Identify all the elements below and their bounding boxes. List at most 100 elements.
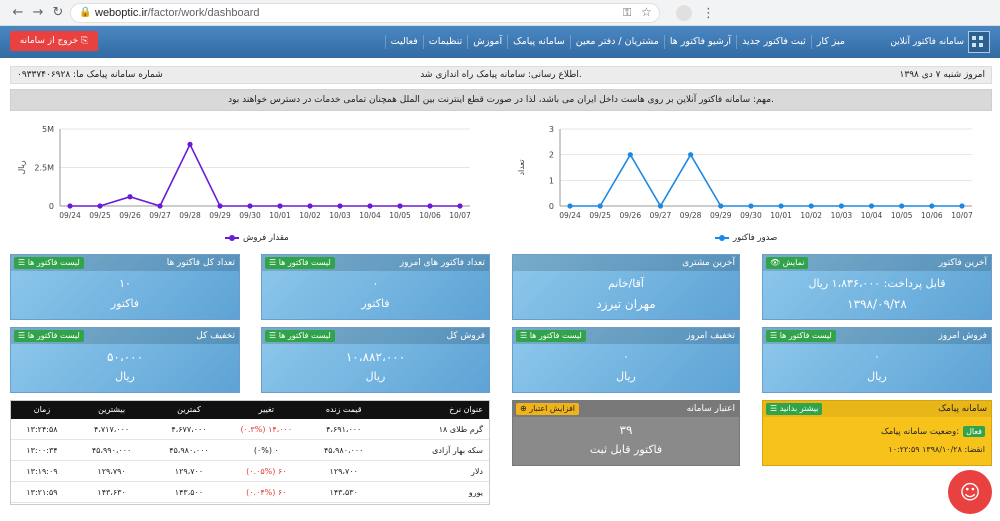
table-row: گرم طلای ۱۸ ۴،۶۹۱،۰۰۰ (۰.۳%) ۱۴،۰۰۰ ۴،۶۷۷،۰… xyxy=(11,419,489,440)
rates-header-cell: زمان xyxy=(33,405,51,414)
reload-icon[interactable]: ↻ xyxy=(48,3,68,23)
menu-item-dashboard[interactable]: میز کار xyxy=(810,35,850,49)
data-point xyxy=(748,203,754,209)
rates-header-cell: تغییر xyxy=(258,405,274,414)
data-point xyxy=(838,203,844,209)
x-tick-label: 09/30 xyxy=(239,211,261,220)
chat-widget-icon[interactable]: ☺ xyxy=(948,470,992,514)
sales-amount-chart-svg: 0 2.5M 5M ریال 09/24 09/25 09/26 09/27 09/28 09/2… xyxy=(17,125,471,220)
data-point xyxy=(127,194,133,200)
x-tick-label: 09/28 xyxy=(680,211,702,220)
invoice-list-button[interactable]: ☰ لیست فاکتور ها xyxy=(265,330,335,342)
rates-header-cell: بیشترین xyxy=(98,405,126,414)
menu-item-customers[interactable]: مشتریان / دفتر معین xyxy=(569,35,664,49)
x-tick-label: 10/03 xyxy=(831,211,853,220)
sales-amount-legend: مقدار فروش xyxy=(225,233,289,243)
data-point xyxy=(187,141,193,147)
invoice-list-button[interactable]: ☰ لیست فاکتور ها xyxy=(766,330,836,342)
logout-button[interactable]: خروج از سامانه ⎘ xyxy=(10,31,98,51)
back-icon[interactable]: ← xyxy=(8,3,28,23)
invoice-list-button[interactable]: ☰ لیست فاکتور ها xyxy=(14,257,84,269)
x-tick-label: 09/26 xyxy=(119,211,141,220)
x-tick-label: 10/02 xyxy=(299,211,321,220)
x-tick-label: 09/29 xyxy=(209,211,231,220)
data-point xyxy=(627,152,633,158)
table-cell: (۰.۳%) ۱۴،۰۰۰ xyxy=(240,425,293,434)
table-cell: ۱۲۹،۷۰۰ xyxy=(329,467,358,476)
invoice-list-button[interactable]: ☰ لیست فاکتور ها xyxy=(14,330,84,342)
x-tick-label: 09/27 xyxy=(650,211,672,220)
menu-item-activity[interactable]: فعالیت xyxy=(384,35,423,49)
table-cell: ۱۳:۲۴:۵۸ xyxy=(26,425,58,434)
today-sales-card: فروش امروز ☰ لیست فاکتور ها ۰ ریال xyxy=(762,327,992,393)
data-point xyxy=(157,203,163,209)
x-tick-label: 10/02 xyxy=(800,211,822,220)
today-invoice-count-card: تعداد فاکتور های امروز ☰ لیست فاکتور ها ۰… xyxy=(261,254,490,320)
rates-header-cell: کمترین xyxy=(177,405,201,414)
last-customer-card: آخرین مشتری آقا/خانم مهران تیرزد xyxy=(512,254,740,320)
browser-toolbar: ← → ↻ 🔒 weboptic.ir/factor/work/dashboar… xyxy=(0,0,1000,26)
x-tick-label: 09/24 xyxy=(59,211,81,220)
data-point xyxy=(247,203,253,209)
sms-expiry: انقضا: ۱۳۹۸/۱۰/۲۸ ۱۰:۲۲:۵۹ xyxy=(888,445,985,454)
total-sales-card: فروش کل ☰ لیست فاکتور ها ۱۰،۸۸۲،۰۰۰ ریال xyxy=(261,327,490,393)
table-cell: ۴،۷۱۷،۰۰۰ xyxy=(93,425,130,434)
sms-status: وضعیت سامانه پیامک: فعال xyxy=(881,426,985,437)
sales-amount-chart: 0 2.5M 5M ریال 09/24 09/25 09/26 09/27 09/28 09/2… xyxy=(10,115,490,250)
invoice-list-button[interactable]: ☰ لیست فاکتور ها xyxy=(516,330,586,342)
brand-title: سامانه فاکتور آنلاین xyxy=(890,37,964,47)
table-cell: گرم طلای ۱۸ xyxy=(438,425,483,434)
x-tick-label: 10/01 xyxy=(770,211,792,220)
forward-icon[interactable]: → xyxy=(28,3,48,23)
data-point xyxy=(597,203,603,209)
data-point xyxy=(718,203,724,209)
x-tick-label: 10/07 xyxy=(449,211,471,220)
data-point xyxy=(688,152,694,158)
table-cell: (۰%) ۰ xyxy=(253,446,279,455)
x-tick-label: 09/29 xyxy=(710,211,732,220)
data-point xyxy=(657,203,664,209)
show-invoice-button[interactable]: 👁 نمایش xyxy=(766,257,809,269)
table-cell: سکه بهار آزادی xyxy=(432,446,483,455)
data-point xyxy=(337,203,343,209)
brand[interactable]: سامانه فاکتور آنلاین xyxy=(890,30,990,54)
key-icon[interactable]: ⚿ xyxy=(623,6,631,20)
menu-item-tutorial[interactable]: آموزش xyxy=(467,35,507,49)
rates-table: عنوان نرخ قیمت زنده تغییر کمترین بیشترین زمان… xyxy=(10,400,490,505)
sms-system-card: سامانه پیامک ☰ بیشتر بدانید وضعیت سامانه … xyxy=(762,400,992,466)
address-bar[interactable]: 🔒 weboptic.ir/factor/work/dashboard ⚿ ☆ xyxy=(70,3,660,23)
data-point xyxy=(397,203,403,209)
increase-credit-button[interactable]: ⊕ افزایش اعتبار xyxy=(516,403,580,415)
menu-kebab-icon[interactable]: ⋮ xyxy=(702,6,715,21)
profile-avatar-icon[interactable] xyxy=(676,5,692,21)
data-point xyxy=(567,203,573,209)
legend-swatch xyxy=(715,235,729,241)
rates-header-cell: عنوان نرخ xyxy=(449,405,483,414)
data-point xyxy=(97,203,103,209)
data-point xyxy=(67,203,73,209)
table-cell: ۱۳:۲۱:۵۹ xyxy=(26,488,58,497)
total-invoice-count-card: تعداد کل فاکتور ها ☰ لیست فاکتور ها ۱۰ فا… xyxy=(10,254,240,320)
learn-more-button[interactable]: ☰ بیشتر بدانید xyxy=(766,403,823,415)
x-tick-label: 10/05 xyxy=(389,211,411,220)
y-tick-label: 2 xyxy=(549,151,554,160)
table-cell: ۱۴۳،۵۳۰ xyxy=(329,488,358,497)
bookmark-star-icon[interactable]: ☆ xyxy=(641,5,652,19)
x-tick-label: 10/04 xyxy=(861,211,883,220)
data-point xyxy=(959,203,965,209)
table-cell: ۱۳:۰۰:۳۴ xyxy=(26,446,58,455)
info-bar: امروز شنبه ۷ دی ۱۳۹۸ اطلاع رسانی: سامانه… xyxy=(10,66,992,84)
data-point xyxy=(868,203,875,209)
x-tick-label: 09/28 xyxy=(179,211,201,220)
menu-item-settings[interactable]: تنظیمات xyxy=(422,35,468,49)
top-navbar: خروج از سامانه ⎘ میز کار ثبت فاکتور جدید… xyxy=(0,26,1000,58)
menu-item-sms[interactable]: سامانه پیامک xyxy=(507,35,570,49)
invoice-list-button[interactable]: ☰ لیست فاکتور ها xyxy=(265,257,335,269)
table-cell: ۱۴۳،۵۰۰ xyxy=(174,488,204,497)
lock-icon: 🔒 xyxy=(79,7,92,18)
x-tick-label: 09/25 xyxy=(589,211,611,220)
menu-item-invoice-archive[interactable]: آرشیو فاکتور ها xyxy=(663,35,736,49)
menu-item-new-invoice[interactable]: ثبت فاکتور جدید xyxy=(736,35,811,49)
y-tick-label: 0 xyxy=(49,202,54,211)
table-cell: ۴۵،۹۸۰،۰۰۰ xyxy=(323,446,364,455)
